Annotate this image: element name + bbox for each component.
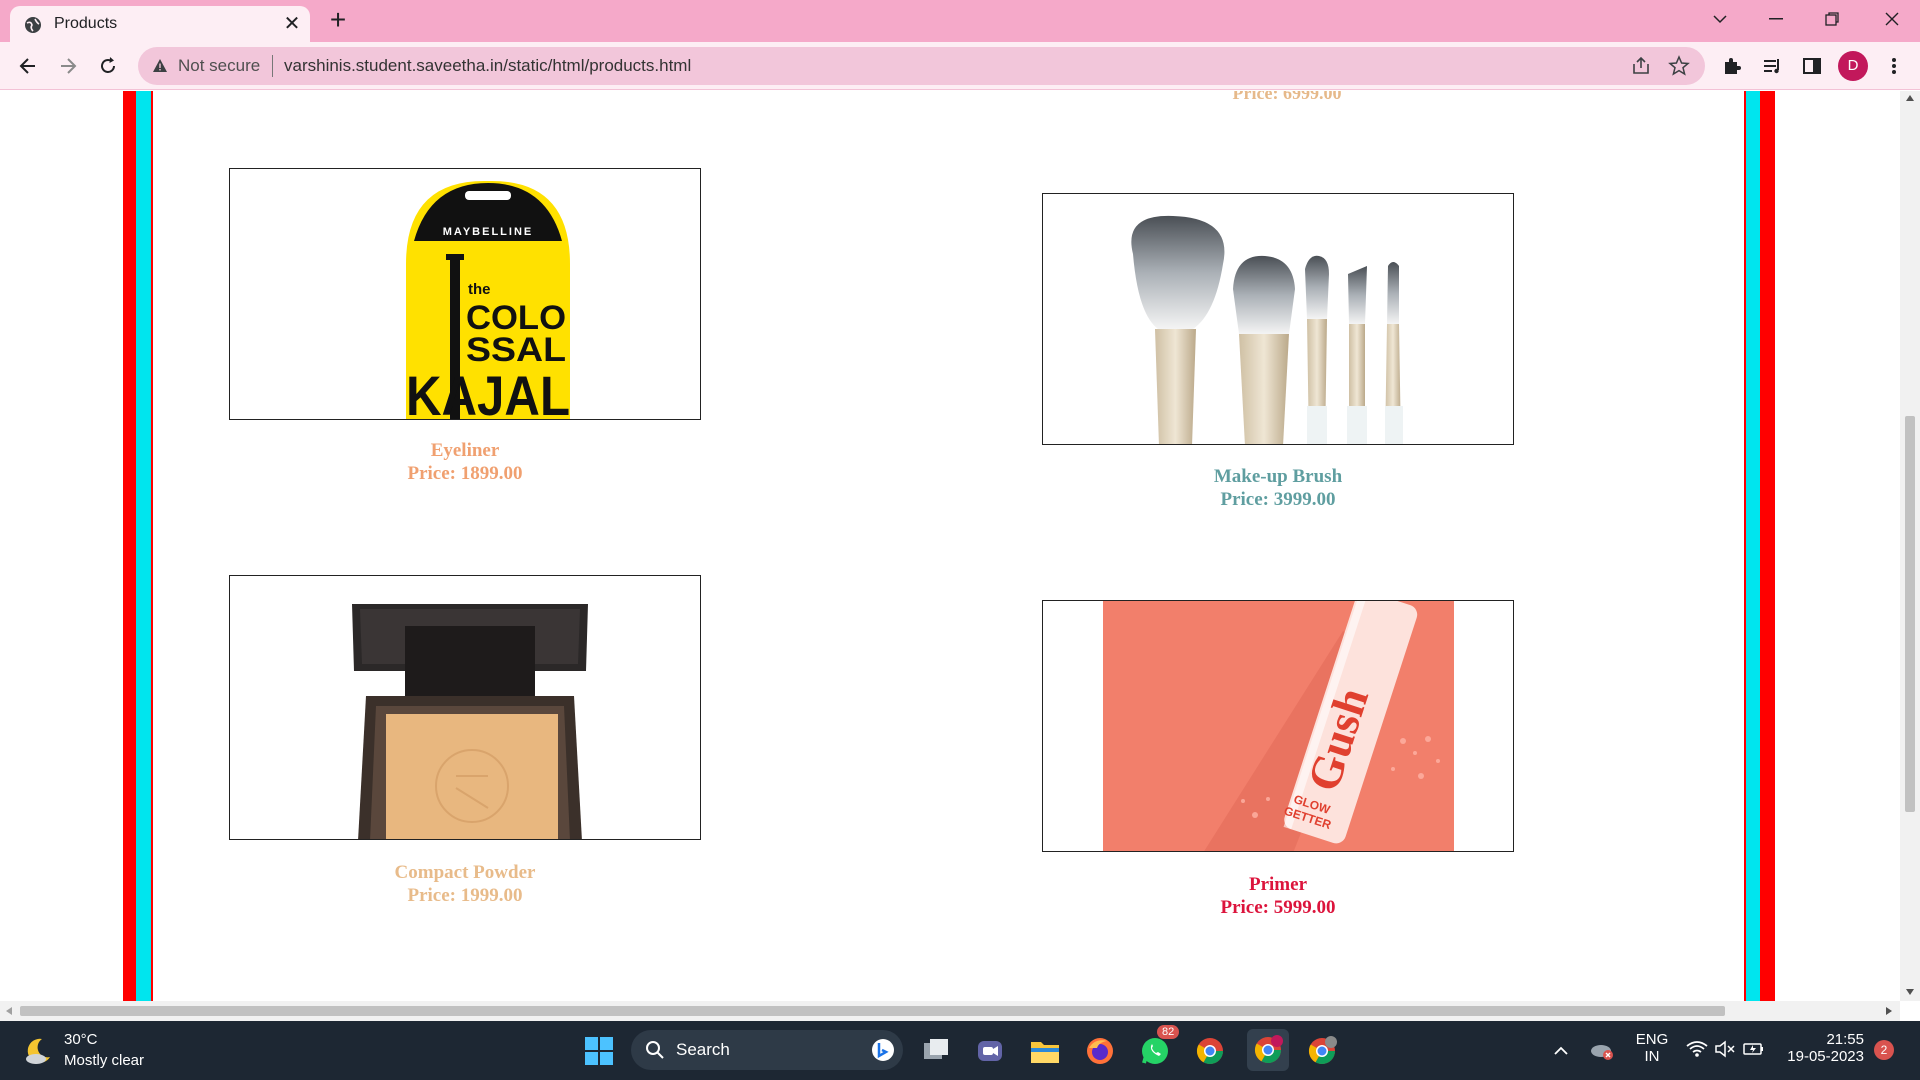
speaker-muted-icon[interactable]	[1714, 1040, 1736, 1058]
chrome-profile-d-icon[interactable]	[1247, 1029, 1289, 1071]
reload-icon[interactable]	[92, 50, 124, 82]
url-text[interactable]: varshinis.student.saveetha.in/static/htm…	[284, 56, 691, 76]
makeup-brush-image[interactable]	[1042, 193, 1514, 445]
svg-text:KAJAL: KAJAL	[406, 364, 570, 420]
onedrive-error-icon[interactable]	[1590, 1039, 1614, 1061]
right-cyan-stripe	[1746, 91, 1760, 1001]
page-viewport: Price: 6999.00 MAYBELLINE the COLO SSAL …	[0, 91, 1900, 1001]
product-price: Price: 1999.00	[407, 885, 523, 906]
search-label: Search	[676, 1040, 730, 1059]
makeup-brush-caption: Make-up Brush Price: 3999.00	[1042, 465, 1514, 511]
whatsapp-badge: 82	[1157, 1025, 1180, 1039]
close-tab-icon[interactable]: ✕	[280, 12, 304, 36]
horizontal-scrollbar[interactable]	[0, 1001, 1900, 1021]
extensions-puzzle-icon[interactable]	[1720, 54, 1744, 78]
product-price: Price: 3999.00	[1220, 489, 1336, 510]
clock[interactable]: 21:55 19-05-2023	[1780, 1031, 1864, 1065]
clock-date: 19-05-2023	[1787, 1048, 1864, 1065]
eyeliner-brand-text: MAYBELLINE	[443, 226, 534, 238]
previous-product-price: Price: 6999.00	[1232, 91, 1342, 103]
task-view-icon[interactable]	[918, 1033, 954, 1069]
clock-time: 21:55	[1826, 1031, 1864, 1048]
notification-count-badge[interactable]: 2	[1874, 1040, 1894, 1060]
search-icon	[646, 1041, 664, 1059]
tab-search-chevron-icon[interactable]	[1692, 0, 1748, 38]
scroll-up-arrow-icon[interactable]	[1906, 95, 1914, 101]
start-windows-icon[interactable]	[581, 1033, 617, 1069]
teams-chat-icon[interactable]	[972, 1033, 1008, 1069]
product-name[interactable]: Eyeliner	[229, 439, 701, 462]
primer-image[interactable]: Gush GLOW GETTER	[1042, 600, 1514, 852]
compact-powder-image[interactable]	[229, 575, 701, 840]
left-inner-red-line	[151, 91, 153, 1001]
left-red-stripe	[123, 91, 136, 1001]
vertical-scroll-thumb[interactable]	[1905, 416, 1915, 812]
warning-icon	[153, 59, 167, 72]
firefox-icon[interactable]	[1082, 1033, 1118, 1069]
right-red-stripe	[1760, 91, 1775, 1001]
not-secure-label[interactable]: Not secure	[178, 56, 260, 76]
weather-moon-icon[interactable]	[22, 1035, 54, 1067]
left-cyan-stripe	[136, 91, 151, 1001]
address-bar[interactable]: Not secure varshinis.student.saveetha.in…	[138, 47, 1705, 85]
whatsapp-icon[interactable]: 82	[1137, 1025, 1180, 1069]
product-name[interactable]: Make-up Brush	[1042, 465, 1514, 488]
language-indicator[interactable]: ENG IN	[1632, 1031, 1672, 1065]
battery-charging-icon[interactable]	[1742, 1040, 1766, 1058]
taskbar-search[interactable]: Search	[631, 1030, 903, 1070]
forward-arrow-icon[interactable]	[52, 50, 84, 82]
share-icon[interactable]	[1630, 55, 1652, 77]
product-price: Price: 1899.00	[407, 463, 523, 484]
bing-icon[interactable]	[871, 1038, 895, 1062]
side-panel-icon[interactable]	[1800, 54, 1824, 78]
bookmark-star-icon[interactable]	[1668, 55, 1690, 77]
product-price: Price: 5999.00	[1220, 897, 1336, 918]
profile-avatar[interactable]: D	[1838, 51, 1868, 81]
address-separator	[272, 55, 273, 77]
eyeliner-image[interactable]: MAYBELLINE the COLO SSAL KAJAL	[229, 168, 701, 420]
tab-title: Products	[54, 15, 118, 32]
back-arrow-icon[interactable]	[12, 50, 44, 82]
new-tab-button[interactable]: +	[324, 6, 352, 35]
product-name[interactable]: Primer	[1042, 873, 1514, 896]
weather-temperature[interactable]: 30°C	[64, 1031, 98, 1048]
eyeliner-caption: Eyeliner Price: 1899.00	[229, 439, 701, 485]
product-name[interactable]: Compact Powder	[229, 861, 701, 884]
scroll-right-arrow-icon[interactable]	[1886, 1007, 1892, 1015]
wifi-icon[interactable]	[1686, 1040, 1708, 1058]
tab-products[interactable]: Products ✕	[10, 6, 310, 42]
tab-bar: Products ✕ +	[0, 0, 1920, 42]
vertical-scrollbar[interactable]	[1900, 91, 1920, 1001]
tray-overflow-chevron-icon[interactable]	[1554, 1046, 1568, 1055]
browser-toolbar: Not secure varshinis.student.saveetha.in…	[0, 42, 1920, 90]
windows-taskbar: 30°C Mostly clear Search 82 ENG IN 21:55…	[0, 1021, 1920, 1080]
media-queue-icon[interactable]	[1760, 54, 1784, 78]
chrome-icon[interactable]	[1192, 1033, 1228, 1069]
globe-icon	[25, 17, 41, 33]
svg-text:the: the	[468, 281, 491, 298]
close-window-icon[interactable]	[1864, 0, 1920, 38]
scroll-left-arrow-icon[interactable]	[6, 1007, 12, 1015]
minimize-icon[interactable]	[1748, 0, 1804, 38]
horizontal-scroll-thumb[interactable]	[20, 1006, 1725, 1016]
file-explorer-icon[interactable]	[1027, 1033, 1063, 1069]
compact-powder-caption: Compact Powder Price: 1999.00	[229, 861, 701, 907]
weather-description[interactable]: Mostly clear	[64, 1052, 144, 1069]
chrome-profile-2-icon[interactable]	[1304, 1033, 1340, 1069]
restore-icon[interactable]	[1804, 0, 1860, 38]
scroll-down-arrow-icon[interactable]	[1906, 989, 1914, 995]
primer-caption: Primer Price: 5999.00	[1042, 873, 1514, 919]
menu-kebab-icon[interactable]	[1882, 54, 1906, 78]
